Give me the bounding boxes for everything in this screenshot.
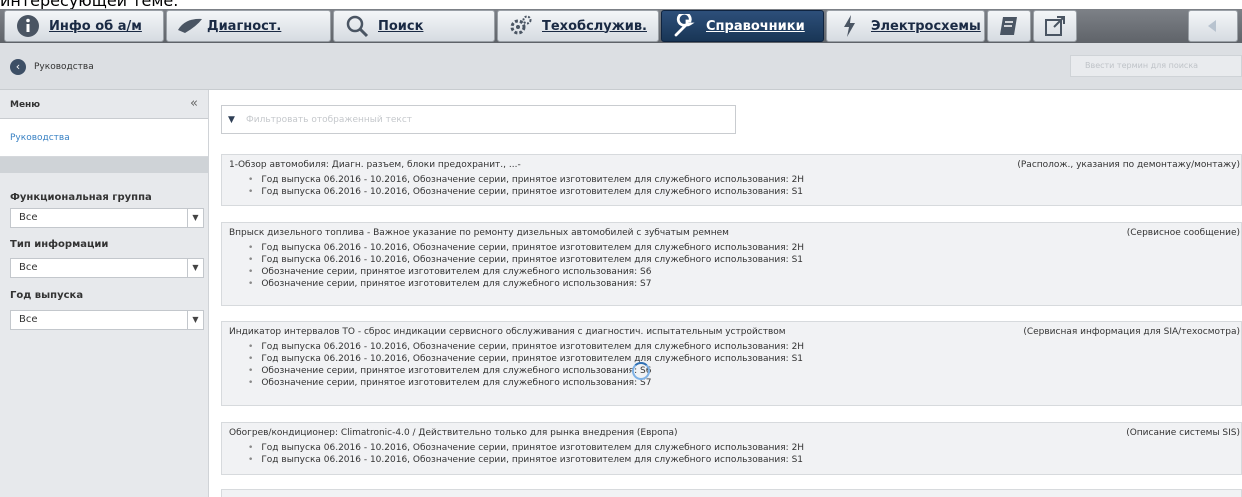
top-clipped-text: интересующей теме. <box>0 0 179 10</box>
menu-title: Меню <box>10 100 41 110</box>
wrench-icon <box>672 13 698 39</box>
tab-references[interactable]: Справочники <box>661 10 824 42</box>
document-title: Впрыск дизельного топлива - Важное указа… <box>229 228 729 238</box>
select-value: Все <box>19 314 38 325</box>
document-title: Индикатор интервалов ТО - сброс индикаци… <box>229 327 786 337</box>
functional-group-select[interactable]: Все ▼ <box>10 208 204 228</box>
search-icon <box>344 13 370 39</box>
list-item: Год выпуска 06.2016 - 10.2016, Обозначен… <box>248 242 804 254</box>
gears-icon <box>508 13 534 39</box>
sidebar-item-label: Руководства <box>10 133 70 143</box>
select-value: Все <box>19 262 38 273</box>
list-item: Год выпуска 06.2016 - 10.2016, Обозначен… <box>248 174 804 186</box>
tab-label: Инфо об а/м <box>49 18 142 34</box>
manual-button[interactable] <box>987 10 1031 42</box>
functional-group-label: Функциональная группа <box>10 192 152 203</box>
document-category: (Сервисное сообщение) <box>1126 228 1240 238</box>
list-item: Год выпуска 06.2016 - 10.2016, Обозначен… <box>248 254 804 266</box>
book-icon <box>996 13 1022 39</box>
breadcrumb-bar: ‹ Руководства Ввести термин для поиска <box>0 43 1242 90</box>
tab-label: Техобслужив. <box>542 18 647 34</box>
list-item: Обозначение серии, принятое изготовителе… <box>248 266 804 278</box>
back-arrow-icon <box>1201 13 1227 39</box>
filter-icon: ▼ <box>228 115 235 125</box>
list-item: Год выпуска 06.2016 - 10.2016, Обозначен… <box>248 341 804 353</box>
tab-vehicle-info[interactable]: Инфо об а/м <box>4 10 164 42</box>
filter-placeholder: Фильтровать отображенный текст <box>246 115 413 125</box>
external-link-button[interactable] <box>1033 10 1077 42</box>
document-category: (Располож., указания по демонтажу/монтаж… <box>1017 160 1240 170</box>
external-link-icon <box>1042 13 1068 39</box>
document-title: Обогрев/кондиционер: Climatronic-4.0 / Д… <box>229 428 678 438</box>
list-item: Год выпуска 06.2016 - 10.2016, Обозначен… <box>248 353 804 365</box>
list-item: Обозначение серии, принятое изготовителе… <box>248 278 804 290</box>
document-card[interactable]: Индикатор интервалов ТО - сброс индикаци… <box>221 321 1242 406</box>
sidebar-divider <box>0 157 208 173</box>
diagnostics-icon <box>177 13 203 39</box>
list-item: Обозначение серии, принятое изготовителе… <box>248 365 804 377</box>
document-category: (Описание системы SIS) <box>1126 428 1240 438</box>
sidebar: Меню « Руководства Функциональная группа… <box>0 90 209 497</box>
loading-spinner-icon <box>632 362 650 380</box>
document-card[interactable] <box>221 489 1242 497</box>
tab-wiring-diagrams[interactable]: Электросхемы <box>826 10 985 42</box>
back-button[interactable] <box>1188 10 1238 42</box>
model-year-label: Год выпуска <box>10 290 84 301</box>
sidebar-item-manuals[interactable]: Руководства <box>0 119 208 157</box>
tab-label: Справочники <box>706 18 805 34</box>
chevron-down-icon: ▼ <box>187 209 203 227</box>
info-icon <box>15 13 41 39</box>
tab-label: Электросхемы <box>871 18 981 34</box>
document-card[interactable]: Впрыск дизельного топлива - Важное указа… <box>221 222 1242 306</box>
document-title: 1-Обзор автомобиля: Диагн. разъем, блоки… <box>229 160 521 170</box>
back-circle-icon[interactable]: ‹ <box>10 59 26 75</box>
tab-search[interactable]: Поиск <box>333 10 495 42</box>
list-item: Год выпуска 06.2016 - 10.2016, Обозначен… <box>248 442 804 454</box>
main-toolbar: Инфо об а/м Диагност. Поиск Техобслужив.… <box>0 9 1242 43</box>
search-term-input[interactable]: Ввести термин для поиска <box>1070 55 1242 77</box>
lightning-icon <box>837 13 863 39</box>
document-category: (Сервисная информация для SIA/техосмотра… <box>1023 327 1240 337</box>
text-filter-input[interactable]: ▼ Фильтровать отображенный текст <box>221 105 736 134</box>
info-type-select[interactable]: Все ▼ <box>10 258 204 278</box>
list-item: Год выпуска 06.2016 - 10.2016, Обозначен… <box>248 186 804 198</box>
model-year-select[interactable]: Все ▼ <box>10 310 204 330</box>
chevron-down-icon: ▼ <box>187 259 203 277</box>
main-content: ▼ Фильтровать отображенный текст 1-Обзор… <box>210 90 1242 497</box>
list-item: Обозначение серии, принятое изготовителе… <box>248 377 804 389</box>
document-card[interactable]: 1-Обзор автомобиля: Диагн. разъем, блоки… <box>221 154 1242 206</box>
breadcrumb: Руководства <box>34 62 94 72</box>
collapse-icon[interactable]: « <box>190 96 198 111</box>
sidebar-header: Меню « <box>0 90 208 119</box>
info-type-label: Тип информации <box>10 239 109 250</box>
select-value: Все <box>19 212 38 223</box>
tab-diagnostics[interactable]: Диагност. <box>166 10 331 42</box>
tab-label: Диагност. <box>207 18 282 34</box>
list-item: Год выпуска 06.2016 - 10.2016, Обозначен… <box>248 454 804 466</box>
chevron-down-icon: ▼ <box>187 311 203 329</box>
tab-label: Поиск <box>378 18 424 34</box>
tab-maintenance[interactable]: Техобслужив. <box>497 10 659 42</box>
document-card[interactable]: Обогрев/кондиционер: Climatronic-4.0 / Д… <box>221 422 1242 475</box>
